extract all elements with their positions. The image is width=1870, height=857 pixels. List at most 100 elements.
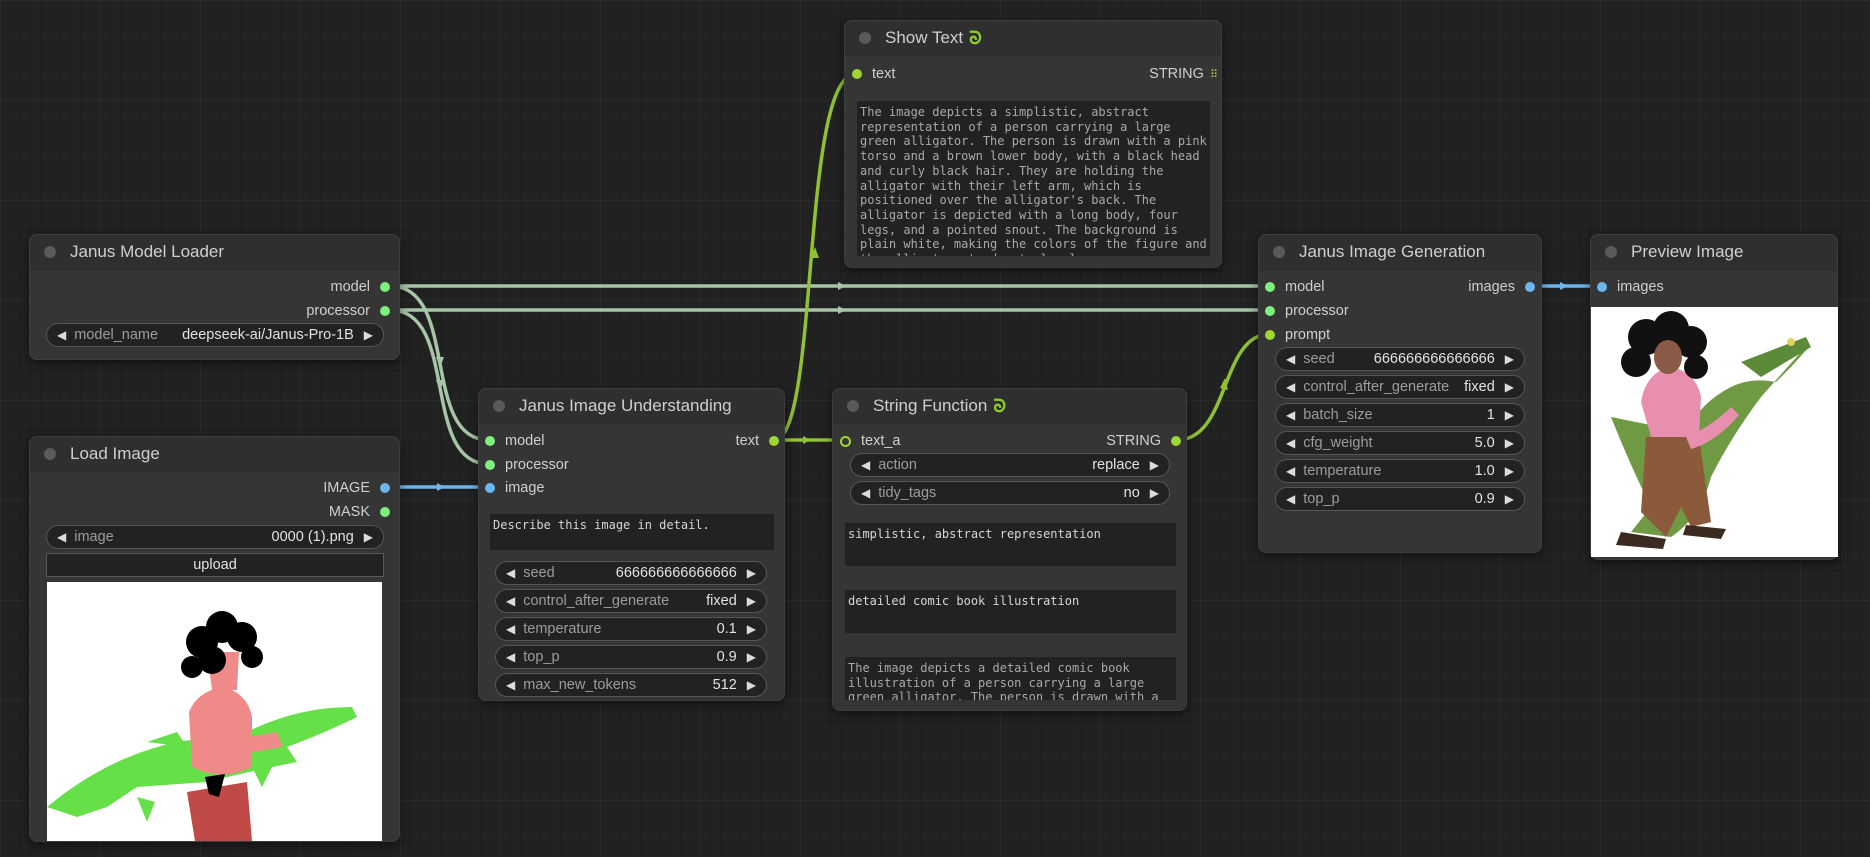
text-c-textarea[interactable]: detailed comic book illustration bbox=[845, 590, 1176, 633]
collapse-dot-icon[interactable] bbox=[847, 400, 859, 412]
output-slot-text[interactable]: text bbox=[736, 430, 779, 452]
widget-temperature[interactable]: ◀ temperature 1.0 ▶ bbox=[1275, 459, 1525, 483]
input-dot-icon[interactable] bbox=[852, 69, 862, 79]
decrement-arrow-icon[interactable]: ◀ bbox=[1286, 492, 1295, 506]
increment-arrow-icon[interactable]: ▶ bbox=[747, 678, 756, 692]
node-janus-image-understanding[interactable]: Janus Image Understanding model processo… bbox=[478, 388, 785, 701]
node-title-bar[interactable]: Janus Image Generation bbox=[1259, 235, 1541, 270]
node-title-bar[interactable]: String Function ᘐ bbox=[833, 389, 1186, 424]
increment-arrow-icon[interactable]: ▶ bbox=[747, 594, 756, 608]
widget-batch-size[interactable]: ◀ batch_size 1 ▶ bbox=[1275, 403, 1525, 427]
input-slot-text[interactable]: text bbox=[852, 63, 895, 85]
node-title-bar[interactable]: Janus Image Understanding bbox=[479, 389, 784, 424]
output-slot-processor[interactable]: processor bbox=[306, 300, 390, 322]
increment-arrow-icon[interactable]: ▶ bbox=[1505, 436, 1514, 450]
output-slot-images[interactable]: images bbox=[1468, 276, 1535, 298]
increment-arrow-icon[interactable]: ▶ bbox=[747, 566, 756, 580]
widget-model-name[interactable]: ◀ model_name deepseek-ai/Janus-Pro-1B ▶ bbox=[46, 323, 384, 347]
collapse-dot-icon[interactable] bbox=[44, 246, 56, 258]
input-slot-model[interactable]: model bbox=[485, 430, 545, 452]
widget-seed[interactable]: ◀ seed 666666666666666 ▶ bbox=[495, 561, 767, 585]
input-slot-model[interactable]: model bbox=[1265, 276, 1325, 298]
node-janus-image-generation[interactable]: Janus Image Generation model processor p… bbox=[1258, 234, 1542, 553]
input-dot-icon[interactable] bbox=[1265, 306, 1275, 316]
widget-seed[interactable]: ◀ seed 666666666666666 ▶ bbox=[1275, 347, 1525, 371]
input-slot-prompt[interactable]: prompt bbox=[1265, 324, 1330, 346]
increment-arrow-icon[interactable]: ▶ bbox=[747, 622, 756, 636]
output-dot-icon[interactable] bbox=[1171, 436, 1181, 446]
output-dot-icon[interactable] bbox=[380, 483, 390, 493]
decrement-arrow-icon[interactable]: ◀ bbox=[1286, 436, 1295, 450]
node-load-image[interactable]: Load Image IMAGE MASK ◀ image 0000 (1).p… bbox=[29, 436, 400, 842]
decrement-arrow-icon[interactable]: ◀ bbox=[1286, 464, 1295, 478]
input-slot-image[interactable]: image bbox=[485, 477, 545, 499]
output-slot-string[interactable]: STRING ⠿ bbox=[1149, 63, 1218, 85]
node-preview-image[interactable]: Preview Image images bbox=[1590, 234, 1838, 560]
node-janus-model-loader[interactable]: Janus Model Loader model processor ◀ mod… bbox=[29, 234, 400, 360]
widget-top-p[interactable]: ◀ top_p 0.9 ▶ bbox=[495, 645, 767, 669]
decrement-arrow-icon[interactable]: ◀ bbox=[506, 678, 515, 692]
text-b-textarea[interactable]: simplistic, abstract representation bbox=[845, 523, 1176, 566]
widget-tidy-tags[interactable]: ◀ tidy_tags no ▶ bbox=[850, 481, 1170, 505]
decrement-arrow-icon[interactable]: ◀ bbox=[57, 530, 66, 544]
decrement-arrow-icon[interactable]: ◀ bbox=[506, 650, 515, 664]
collapse-dot-icon[interactable] bbox=[493, 400, 505, 412]
input-dot-icon[interactable] bbox=[1265, 330, 1275, 340]
increment-arrow-icon[interactable]: ▶ bbox=[1505, 464, 1514, 478]
output-dot-icon[interactable] bbox=[769, 436, 779, 446]
increment-arrow-icon[interactable]: ▶ bbox=[364, 328, 373, 342]
input-dot-icon[interactable] bbox=[485, 483, 495, 493]
output-slot-model[interactable]: model bbox=[331, 276, 390, 298]
input-dot-icon[interactable] bbox=[840, 435, 851, 447]
output-slot-mask[interactable]: MASK bbox=[329, 501, 390, 523]
question-textarea[interactable]: Describe this image in detail. bbox=[490, 514, 774, 550]
input-dot-icon[interactable] bbox=[1597, 282, 1607, 292]
input-dot-icon[interactable] bbox=[1265, 282, 1275, 292]
increment-arrow-icon[interactable]: ▶ bbox=[1150, 458, 1159, 472]
decrement-arrow-icon[interactable]: ◀ bbox=[1286, 380, 1295, 394]
result-textarea[interactable]: The image depicts a detailed comic book … bbox=[845, 657, 1176, 700]
decrement-arrow-icon[interactable]: ◀ bbox=[861, 458, 870, 472]
input-dot-icon[interactable] bbox=[485, 460, 495, 470]
increment-arrow-icon[interactable]: ▶ bbox=[1505, 352, 1514, 366]
widget-control-after-generate[interactable]: ◀ control_after_generate fixed ▶ bbox=[495, 589, 767, 613]
widget-image-select[interactable]: ◀ image 0000 (1).png ▶ bbox=[46, 525, 384, 549]
collapse-dot-icon[interactable] bbox=[1273, 246, 1285, 258]
widget-max-new-tokens[interactable]: ◀ max_new_tokens 512 ▶ bbox=[495, 673, 767, 697]
output-dot-icon[interactable] bbox=[1525, 282, 1535, 292]
decrement-arrow-icon[interactable]: ◀ bbox=[506, 622, 515, 636]
increment-arrow-icon[interactable]: ▶ bbox=[1150, 486, 1159, 500]
output-dot-icon[interactable] bbox=[380, 282, 390, 292]
decrement-arrow-icon[interactable]: ◀ bbox=[1286, 352, 1295, 366]
widget-cfg-weight[interactable]: ◀ cfg_weight 5.0 ▶ bbox=[1275, 431, 1525, 455]
node-title-bar[interactable]: Load Image bbox=[30, 437, 399, 472]
node-title-bar[interactable]: Preview Image bbox=[1591, 235, 1837, 270]
increment-arrow-icon[interactable]: ▶ bbox=[1505, 408, 1514, 422]
input-slot-images[interactable]: images bbox=[1597, 276, 1664, 298]
node-show-text[interactable]: Show Text ᘐ text STRING ⠿ The image depi… bbox=[844, 20, 1222, 268]
output-dot-icon[interactable] bbox=[380, 507, 390, 517]
widget-action[interactable]: ◀ action replace ▶ bbox=[850, 453, 1170, 477]
decrement-arrow-icon[interactable]: ◀ bbox=[57, 328, 66, 342]
decrement-arrow-icon[interactable]: ◀ bbox=[1286, 408, 1295, 422]
decrement-arrow-icon[interactable]: ◀ bbox=[861, 486, 870, 500]
increment-arrow-icon[interactable]: ▶ bbox=[1505, 492, 1514, 506]
input-slot-processor[interactable]: processor bbox=[1265, 300, 1349, 322]
widget-top-p[interactable]: ◀ top_p 0.9 ▶ bbox=[1275, 487, 1525, 511]
output-slot-string[interactable]: STRING bbox=[1106, 430, 1181, 452]
input-slot-processor[interactable]: processor bbox=[485, 454, 569, 476]
decrement-arrow-icon[interactable]: ◀ bbox=[506, 566, 515, 580]
decrement-arrow-icon[interactable]: ◀ bbox=[506, 594, 515, 608]
input-dot-icon[interactable] bbox=[485, 436, 495, 446]
output-slot-image[interactable]: IMAGE bbox=[323, 477, 390, 499]
list-output-grid-icon[interactable]: ⠿ bbox=[1210, 68, 1218, 81]
show-text-content[interactable]: The image depicts a simplistic, abstract… bbox=[857, 101, 1210, 256]
collapse-dot-icon[interactable] bbox=[1605, 246, 1617, 258]
collapse-dot-icon[interactable] bbox=[859, 32, 871, 44]
output-dot-icon[interactable] bbox=[380, 306, 390, 316]
widget-temperature[interactable]: ◀ temperature 0.1 ▶ bbox=[495, 617, 767, 641]
widget-control-after-generate[interactable]: ◀ control_after_generate fixed ▶ bbox=[1275, 375, 1525, 399]
increment-arrow-icon[interactable]: ▶ bbox=[1505, 380, 1514, 394]
node-title-bar[interactable]: Show Text ᘐ bbox=[845, 21, 1221, 56]
node-string-function[interactable]: String Function ᘐ text_a STRING ◀ action… bbox=[832, 388, 1187, 711]
